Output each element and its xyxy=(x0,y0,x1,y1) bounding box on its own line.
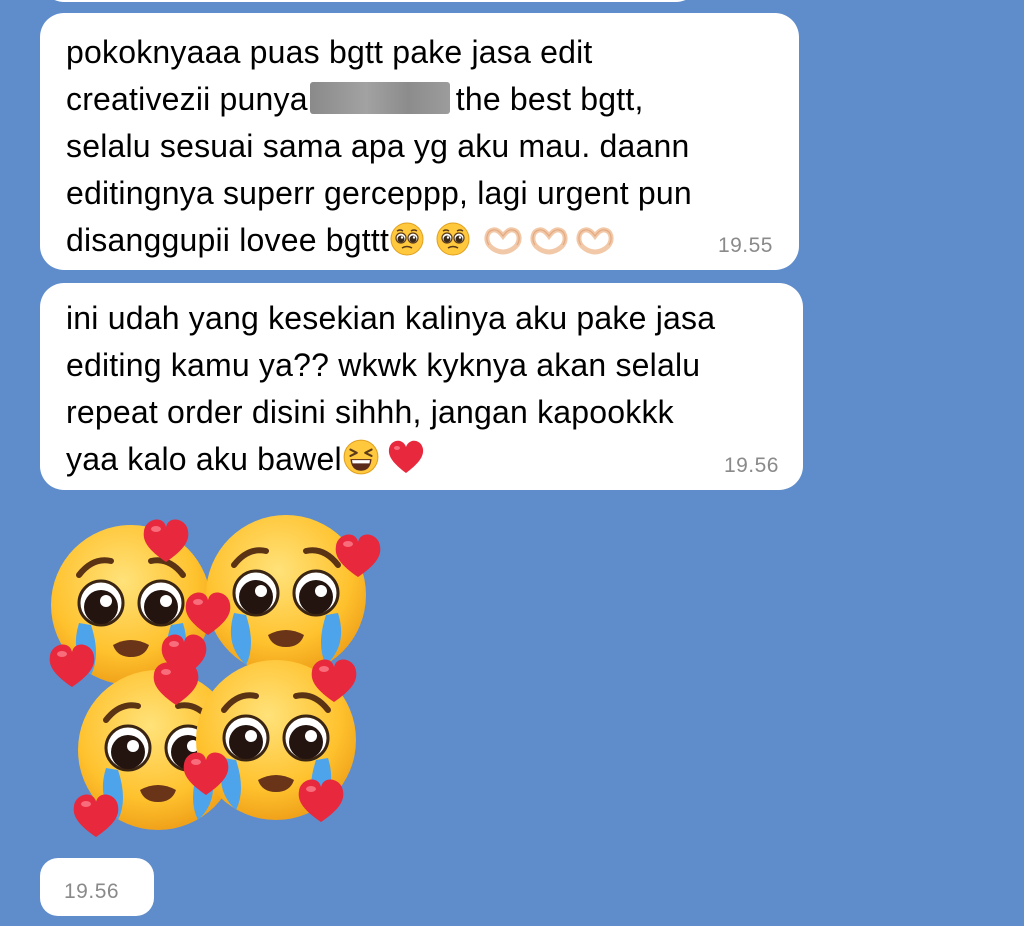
message-text: pokoknyaaa puas bgtt pake jasa edit crea… xyxy=(66,29,773,270)
heart-icon xyxy=(73,794,119,837)
heart-hands-icon xyxy=(483,223,523,270)
previous-message-bubble[interactable] xyxy=(40,0,700,2)
message-line: ini udah yang kesekian kalinya aku pake … xyxy=(66,300,716,336)
message-bubble[interactable]: ini udah yang kesekian kalinya aku pake … xyxy=(40,283,803,490)
message-line: repeat order disini sihhh, jangan kapook… xyxy=(66,394,674,430)
message-time: 19.55 xyxy=(717,234,773,257)
message-time: 19.56 xyxy=(723,454,779,477)
pleading-face-icon xyxy=(389,221,425,270)
crying-faces-with-hearts-sticker[interactable] xyxy=(36,505,396,850)
message-bubble[interactable]: 19.56 xyxy=(40,858,154,916)
message-time: 19.56 xyxy=(64,880,120,903)
pleading-face-icon xyxy=(435,221,471,270)
message-line: editingnya superr gerceppp, lagi urgent … xyxy=(66,175,692,211)
heart-hands-icon xyxy=(529,223,569,270)
message-text: ini udah yang kesekian kalinya aku pake … xyxy=(66,295,777,489)
message-line: editing kamu ya?? wkwk kyknya akan selal… xyxy=(66,347,701,383)
message-line: selalu sesuai sama apa yg aku mau. daann xyxy=(66,128,690,164)
chat-area[interactable]: pokoknyaaa puas bgtt pake jasa edit crea… xyxy=(0,0,1024,926)
message-line: yaa kalo aku bawel xyxy=(66,436,777,489)
message-line: creativezii punya the best bgtt, xyxy=(66,81,644,117)
heart-hands-icon xyxy=(575,223,615,270)
red-heart-icon xyxy=(386,438,426,489)
message-bubble[interactable]: pokoknyaaa puas bgtt pake jasa edit crea… xyxy=(40,13,799,270)
redacted-block xyxy=(309,82,450,114)
grinning-squinting-face-icon xyxy=(342,438,380,489)
message-line: disanggupii lovee bgttt xyxy=(66,217,773,270)
message-line: pokoknyaaa puas bgtt pake jasa edit xyxy=(66,34,593,70)
